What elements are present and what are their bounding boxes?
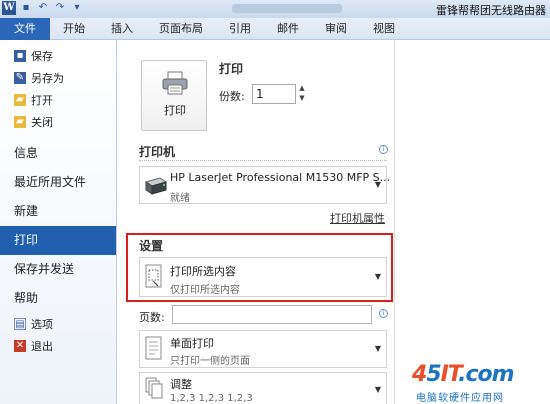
printer-icon <box>162 71 188 95</box>
nav-item-close[interactable]: ▰ 关闭 <box>0 111 116 133</box>
nav-item-new[interactable]: 新建 <box>0 197 116 226</box>
tab-file[interactable]: 文件 <box>0 18 50 40</box>
nav-item-options[interactable]: ▤ 选项 <box>0 313 116 335</box>
watermark-logo-text: 45IT.com <box>412 362 515 387</box>
nav-label: 另存为 <box>31 72 64 85</box>
save-icon: ▪ <box>14 50 26 62</box>
copies-label: 份数: <box>219 90 245 103</box>
chevron-down-icon: ▼ <box>374 344 381 353</box>
collate-pages-icon <box>145 377 163 399</box>
window-title-blurred <box>232 4 342 13</box>
nav-item-exit[interactable]: ✕ 退出 <box>0 335 116 357</box>
nav-item-help[interactable]: 帮助 <box>0 284 116 313</box>
pages-input[interactable] <box>172 305 372 324</box>
nav-item-save-send[interactable]: 保存并发送 <box>0 255 116 284</box>
print-section-title: 打印 <box>219 62 244 76</box>
preview-area <box>395 40 550 404</box>
nav-label: 退出 <box>31 340 53 353</box>
chevron-down-icon: ▼ <box>374 385 381 394</box>
printer-name: HP LaserJet Professional M1530 MFP S... <box>170 171 391 184</box>
tab-mailings[interactable]: 邮件 <box>264 18 312 40</box>
pages-label: 页数: <box>139 311 165 324</box>
options-icon: ▤ <box>14 318 26 330</box>
nav-item-save[interactable]: ▪ 保存 <box>0 45 116 67</box>
ribbon-tabs: 文件 开始 插入 页面布局 引用 邮件 审阅 视图 <box>0 18 550 40</box>
tab-page-layout[interactable]: 页面布局 <box>146 18 216 40</box>
nav-item-info[interactable]: 信息 <box>0 139 116 168</box>
site-watermark: 45IT.com 电脑软硬件应用网 <box>410 362 550 404</box>
collate-dropdown[interactable]: 调整 1,2,3 1,2,3 1,2,3 ▼ <box>139 372 387 404</box>
settings-highlight-box <box>126 233 393 302</box>
copies-input[interactable]: 1 <box>252 84 296 104</box>
backstage-nav: ▪ 保存 ✎ 另存为 ▰ 打开 ▰ 关闭 信息 最近所用文件 新建 打印 保存并… <box>0 40 117 404</box>
quick-access-toolbar: W ▪ ↶ ↷ ▾ <box>2 1 84 15</box>
tab-references[interactable]: 引用 <box>216 18 264 40</box>
title-bar: W ▪ ↶ ↷ ▾ 雷锋帮帮团无线路由器 <box>0 0 550 18</box>
printer-section-title: 打印机 <box>139 145 176 159</box>
close-folder-icon: ▰ <box>14 116 26 128</box>
copies-spinner[interactable]: ▲ ▼ <box>297 83 307 105</box>
print-sides-desc: 只打印一侧的页面 <box>170 356 250 367</box>
nav-label: 保存 <box>31 50 53 63</box>
printer-info-icon[interactable]: i <box>379 145 388 154</box>
exit-icon: ✕ <box>14 340 26 352</box>
tab-view[interactable]: 视图 <box>360 18 408 40</box>
nav-label: 选项 <box>31 318 53 331</box>
save-as-icon: ✎ <box>14 72 26 84</box>
printer-dropdown[interactable]: HP LaserJet Professional M1530 MFP S... … <box>139 166 391 204</box>
print-sides-title: 单面打印 <box>170 337 214 350</box>
customize-toolbar-icon[interactable]: ▾ <box>70 1 84 15</box>
save-quick-icon[interactable]: ▪ <box>19 1 33 15</box>
nav-item-recent[interactable]: 最近所用文件 <box>0 168 116 197</box>
laser-printer-icon <box>144 177 168 195</box>
printer-status: 就绪 <box>170 193 190 204</box>
undo-icon[interactable]: ↶ <box>36 1 50 15</box>
collate-desc: 1,2,3 1,2,3 1,2,3 <box>170 393 253 404</box>
nav-label: 关闭 <box>31 116 53 129</box>
nav-item-save-as[interactable]: ✎ 另存为 <box>0 67 116 89</box>
print-backstage: 打印 打印 份数: 1 ▲ ▼ 打印机 i HP LaserJet Profess… <box>117 40 550 404</box>
printer-properties-link[interactable]: 打印机属性 <box>330 210 385 226</box>
chevron-down-icon: ▼ <box>374 180 381 189</box>
one-sided-page-icon <box>145 336 162 360</box>
watermark-tagline: 电脑软硬件应用网 <box>416 393 504 404</box>
print-sides-dropdown[interactable]: 单面打印 只打印一侧的页面 ▼ <box>139 330 387 368</box>
print-settings-panel: 打印 打印 份数: 1 ▲ ▼ 打印机 i HP LaserJet Profess… <box>117 40 395 404</box>
collate-title: 调整 <box>170 378 192 391</box>
tab-home[interactable]: 开始 <box>50 18 98 40</box>
open-folder-icon: ▰ <box>14 94 26 106</box>
section-divider <box>139 160 387 161</box>
tab-insert[interactable]: 插入 <box>98 18 146 40</box>
word-app-icon: W <box>2 1 16 15</box>
brand-text: 雷锋帮帮团无线路由器 <box>436 4 546 17</box>
print-button[interactable]: 打印 <box>141 60 207 131</box>
nav-item-print[interactable]: 打印 <box>0 226 116 255</box>
pages-info-icon[interactable]: i <box>379 309 388 318</box>
redo-icon[interactable]: ↷ <box>53 1 67 15</box>
tab-review[interactable]: 审阅 <box>312 18 360 40</box>
nav-label: 打开 <box>31 94 53 107</box>
nav-item-open[interactable]: ▰ 打开 <box>0 89 116 111</box>
print-button-label: 打印 <box>164 104 186 117</box>
